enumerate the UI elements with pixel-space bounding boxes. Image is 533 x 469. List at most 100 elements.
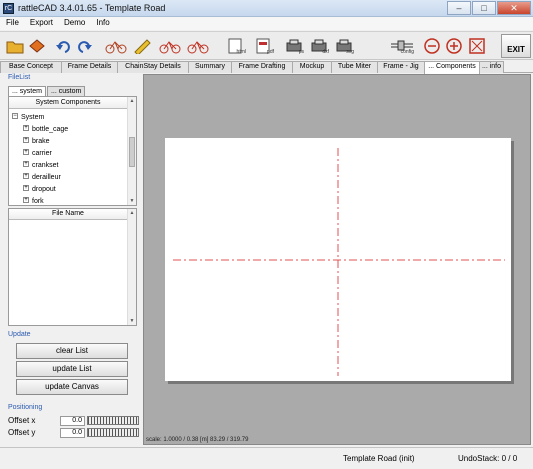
bike-view-2-button[interactable] [186, 35, 210, 57]
crosshair-icon [173, 148, 505, 376]
drawing-sheet[interactable] [165, 138, 511, 381]
exit-button[interactable]: EXIT [501, 34, 531, 58]
tab-chainstay-details[interactable]: ChainStay Details [117, 61, 189, 73]
filelist-subtabs: ... system ... custom [8, 86, 86, 96]
export-svg-button[interactable]: svg [332, 35, 356, 57]
expand-icon[interactable]: + [23, 161, 29, 168]
tree-item[interactable]: + derailleur [23, 172, 61, 183]
expand-icon[interactable]: + [23, 149, 29, 156]
tree-scrollbar[interactable]: ▲ ▼ [127, 97, 136, 205]
tab-frame-jig[interactable]: Frame - Jig [377, 61, 425, 73]
tree-item[interactable]: + carrier [23, 148, 52, 159]
bike-pencil-icon [134, 39, 151, 54]
export-ps-label: ps [298, 49, 304, 55]
tree-item[interactable]: + crankset [23, 160, 58, 171]
update-canvas-button[interactable]: update Canvas [16, 379, 128, 395]
expand-icon[interactable]: + [23, 173, 29, 180]
export-ps-button[interactable]: ps [282, 35, 306, 57]
render-bike-button[interactable] [104, 35, 128, 57]
zoom-in-button[interactable] [444, 35, 464, 57]
subtab-custom[interactable]: ... custom [46, 86, 86, 96]
positioning-label: Positioning [8, 404, 43, 411]
close-button[interactable]: ✕ [497, 1, 531, 15]
file-name-header[interactable]: File Name [9, 209, 127, 220]
window-title: rattleCAD 3.4.01.65 - Template Road [18, 3, 166, 13]
undo-button[interactable] [54, 35, 72, 57]
file-list-scrollbar[interactable]: ▲ ▼ [127, 209, 136, 325]
collapse-icon[interactable]: − [12, 113, 18, 120]
offset-x-label: Offset x [8, 416, 36, 425]
minimize-button[interactable]: – [447, 1, 471, 15]
tree-item[interactable]: + fork [23, 196, 44, 206]
export-dxf-button[interactable]: dxf [307, 35, 331, 57]
redo-button[interactable] [76, 35, 94, 57]
tab-summary[interactable]: Summary [188, 61, 232, 73]
offset-x-slider[interactable] [87, 416, 139, 425]
window-controls: – □ ✕ [446, 1, 531, 16]
tree-root[interactable]: − System [12, 112, 44, 123]
tree-header[interactable]: System Components [9, 97, 127, 109]
scale-readout: scale: 1.0000 / 0.38 [m] 83.29 / 319.79 [146, 437, 249, 443]
export-pdf-label: pdf [267, 49, 274, 55]
maximize-button[interactable]: □ [472, 1, 496, 15]
export-dxf-label: dxf [322, 49, 329, 55]
expand-icon[interactable]: + [23, 137, 29, 144]
scroll-thumb[interactable] [129, 137, 135, 167]
menu-export[interactable]: Export [24, 17, 58, 30]
save-icon [29, 39, 45, 53]
offset-y-field[interactable]: 0.0 [60, 427, 85, 438]
config-label: config [400, 49, 414, 55]
offset-y-slider[interactable] [87, 428, 139, 437]
export-html-label: html [236, 49, 246, 55]
menu-info[interactable]: Info [90, 17, 114, 30]
bike-icon [187, 41, 209, 54]
save-button[interactable] [26, 35, 48, 57]
zoom-out-button[interactable] [422, 35, 442, 57]
file-list: File Name ▲ ▼ [8, 208, 137, 326]
expand-icon[interactable]: + [23, 197, 29, 204]
tree-item[interactable]: + bottle_cage [23, 124, 68, 135]
offset-x-field[interactable]: 0.0 [60, 415, 85, 426]
status-bar: Template Road (init) UndoStack: 0 / 0 [0, 447, 533, 469]
update-list-button[interactable]: update List [16, 361, 128, 377]
tab-tube-miter[interactable]: Tube Miter [331, 61, 378, 73]
clear-list-button[interactable]: clear List [16, 343, 128, 359]
tab-base-concept[interactable]: Base Concept [0, 61, 62, 73]
expand-icon[interactable]: + [23, 125, 29, 132]
export-html-button[interactable]: html [222, 35, 248, 57]
scroll-down-icon[interactable]: ▼ [128, 317, 136, 325]
offset-y-row: Offset y 0.0 [8, 427, 139, 438]
scroll-up-icon[interactable]: ▲ [128, 97, 136, 105]
scroll-up-icon[interactable]: ▲ [128, 209, 136, 217]
tab-components[interactable]: ... Components [424, 61, 480, 74]
update-label: Update [8, 331, 31, 338]
tab-frame-details[interactable]: Frame Details [61, 61, 118, 73]
drawing-canvas[interactable]: scale: 1.0000 / 0.38 [m] 83.29 / 319.79 [143, 74, 531, 445]
status-document: Template Road (init) [343, 454, 415, 463]
offset-x-row: Offset x 0.0 [8, 415, 139, 426]
bike-icon [159, 41, 181, 54]
tree-root-label: System [21, 114, 45, 121]
zoom-fit-button[interactable] [466, 35, 488, 57]
edit-bike-button[interactable] [130, 35, 154, 57]
scroll-down-icon[interactable]: ▼ [128, 197, 136, 205]
bike-view-1-button[interactable] [158, 35, 182, 57]
component-tree: System Components − System + bottle_cage +… [8, 96, 137, 206]
toolbar: html pdf ps dxf svg config EXIT [0, 31, 533, 60]
filelist-label: FileList [8, 74, 31, 81]
menu-file[interactable]: File [0, 17, 24, 30]
expand-icon[interactable]: + [23, 185, 29, 192]
tab-info[interactable]: ... info [479, 61, 504, 73]
tab-mockup[interactable]: Mockup [292, 61, 332, 73]
menu-demo[interactable]: Demo [58, 17, 90, 30]
offset-y-label: Offset y [8, 428, 36, 437]
tree-item[interactable]: + dropout [23, 184, 56, 195]
title-bar: rC rattleCAD 3.4.01.65 - Template Road –… [0, 0, 533, 17]
export-svg-label: svg [346, 49, 354, 55]
subtab-system[interactable]: ... system [8, 86, 46, 96]
tree-item[interactable]: + brake [23, 136, 50, 147]
export-pdf-button[interactable]: pdf [250, 35, 276, 57]
open-folder-button[interactable] [4, 35, 26, 57]
config-button[interactable]: config [388, 35, 416, 57]
tab-frame-drafting[interactable]: Frame Drafting [231, 61, 293, 73]
